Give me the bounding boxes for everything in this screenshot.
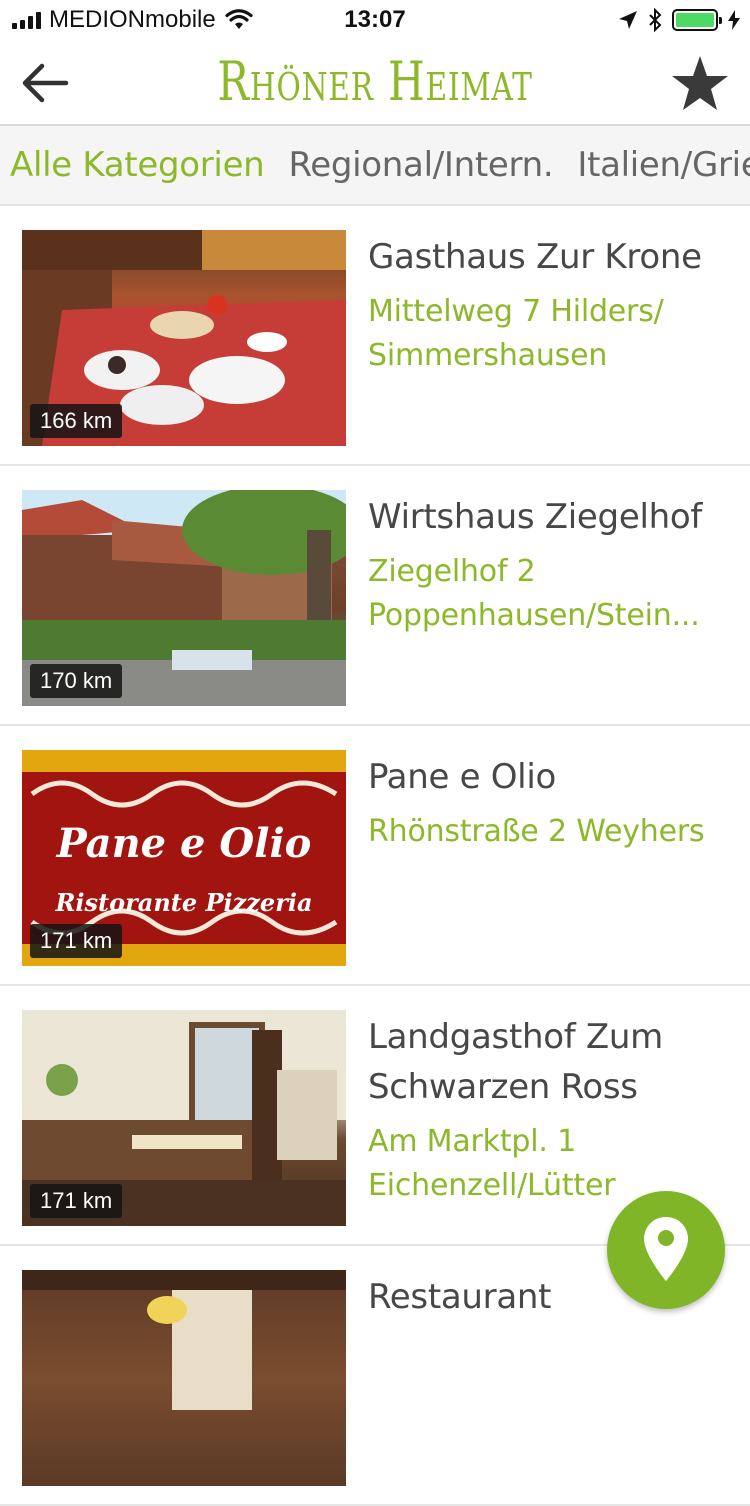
nav-bar: Rhöner Heimat (0, 40, 750, 126)
status-bar: MEDIONmobile 13:07 (0, 0, 750, 40)
charging-icon (728, 10, 740, 30)
restaurant-list: 166 km Gasthaus Zur Krone Mittelweg 7 Hi… (0, 206, 750, 1506)
restaurant-address: Mittelweg 7 Hilders/ Simmershausen (368, 294, 664, 373)
distance-badge: 171 km (30, 924, 123, 958)
list-item[interactable]: 170 km Wirtshaus Ziegelhof Ziegelhof 2 P… (0, 466, 750, 726)
restaurant-photo: 171 km (22, 1010, 346, 1226)
distance-badge: 171 km (30, 1184, 123, 1218)
restaurant-address: Rhönstraße 2 Weyhers (368, 814, 705, 849)
restaurant-info: Gasthaus Zur Krone Mittelweg 7 Hilders/ … (368, 232, 736, 378)
tab-italien-griechenland[interactable]: Italien/Grie (577, 126, 750, 204)
favorites-button[interactable] (670, 54, 730, 114)
restaurant-name: Wirtshaus Ziegelhof (368, 497, 703, 537)
tab-alle-kategorien[interactable]: Alle Kategorien (10, 126, 265, 204)
restaurant-address: Ziegelhof 2 Poppenhausen/Stein... (368, 554, 700, 633)
restaurant-name: Pane e Olio (368, 757, 556, 797)
restaurant-logo: Pane e Olio Ristorante Pizzeria 171 km (22, 750, 346, 966)
back-button[interactable] (18, 58, 74, 108)
logo-title: Pane e Olio (56, 820, 312, 867)
tab-regional-intern[interactable]: Regional/Intern. (288, 126, 553, 204)
battery-icon (672, 9, 722, 31)
category-tabs: Alle Kategorien Regional/Intern. Italien/G… (0, 126, 750, 206)
restaurant-photo: 170 km (22, 490, 346, 706)
restaurant-name: Landgasthof Zum Schwarzen Ross (368, 1017, 663, 1107)
arrow-left-icon (22, 63, 69, 103)
location-arrow-icon (619, 11, 637, 29)
map-pin-icon (644, 1217, 688, 1281)
app-title: Rhöner Heimat (217, 50, 533, 113)
restaurant-info: Pane e Olio Rhönstraße 2 Weyhers (368, 752, 736, 854)
logo-subtitle: Ristorante Pizzeria (55, 888, 313, 917)
map-button[interactable] (607, 1191, 725, 1309)
restaurant-photo: 166 km (22, 230, 346, 446)
bluetooth-icon (649, 8, 662, 32)
logo-banner: Pane e Olio Ristorante Pizzeria (22, 772, 346, 944)
restaurant-info: Wirtshaus Ziegelhof Ziegelhof 2 Poppenha… (368, 492, 736, 638)
list-item[interactable]: Pane e Olio Ristorante Pizzeria 171 km P… (0, 726, 750, 986)
restaurant-name: Gasthaus Zur Krone (368, 237, 702, 277)
distance-badge: 170 km (30, 664, 123, 698)
restaurant-interior-photo (22, 1270, 346, 1410)
list-item[interactable]: 166 km Gasthaus Zur Krone Mittelweg 7 Hi… (0, 206, 750, 466)
distance-badge: 166 km (30, 404, 123, 438)
restaurant-info: Landgasthof Zum Schwarzen Ross Am Marktp… (368, 1012, 736, 1208)
restaurant-photo (22, 1270, 346, 1486)
status-right (618, 6, 740, 34)
star-icon (672, 56, 728, 110)
